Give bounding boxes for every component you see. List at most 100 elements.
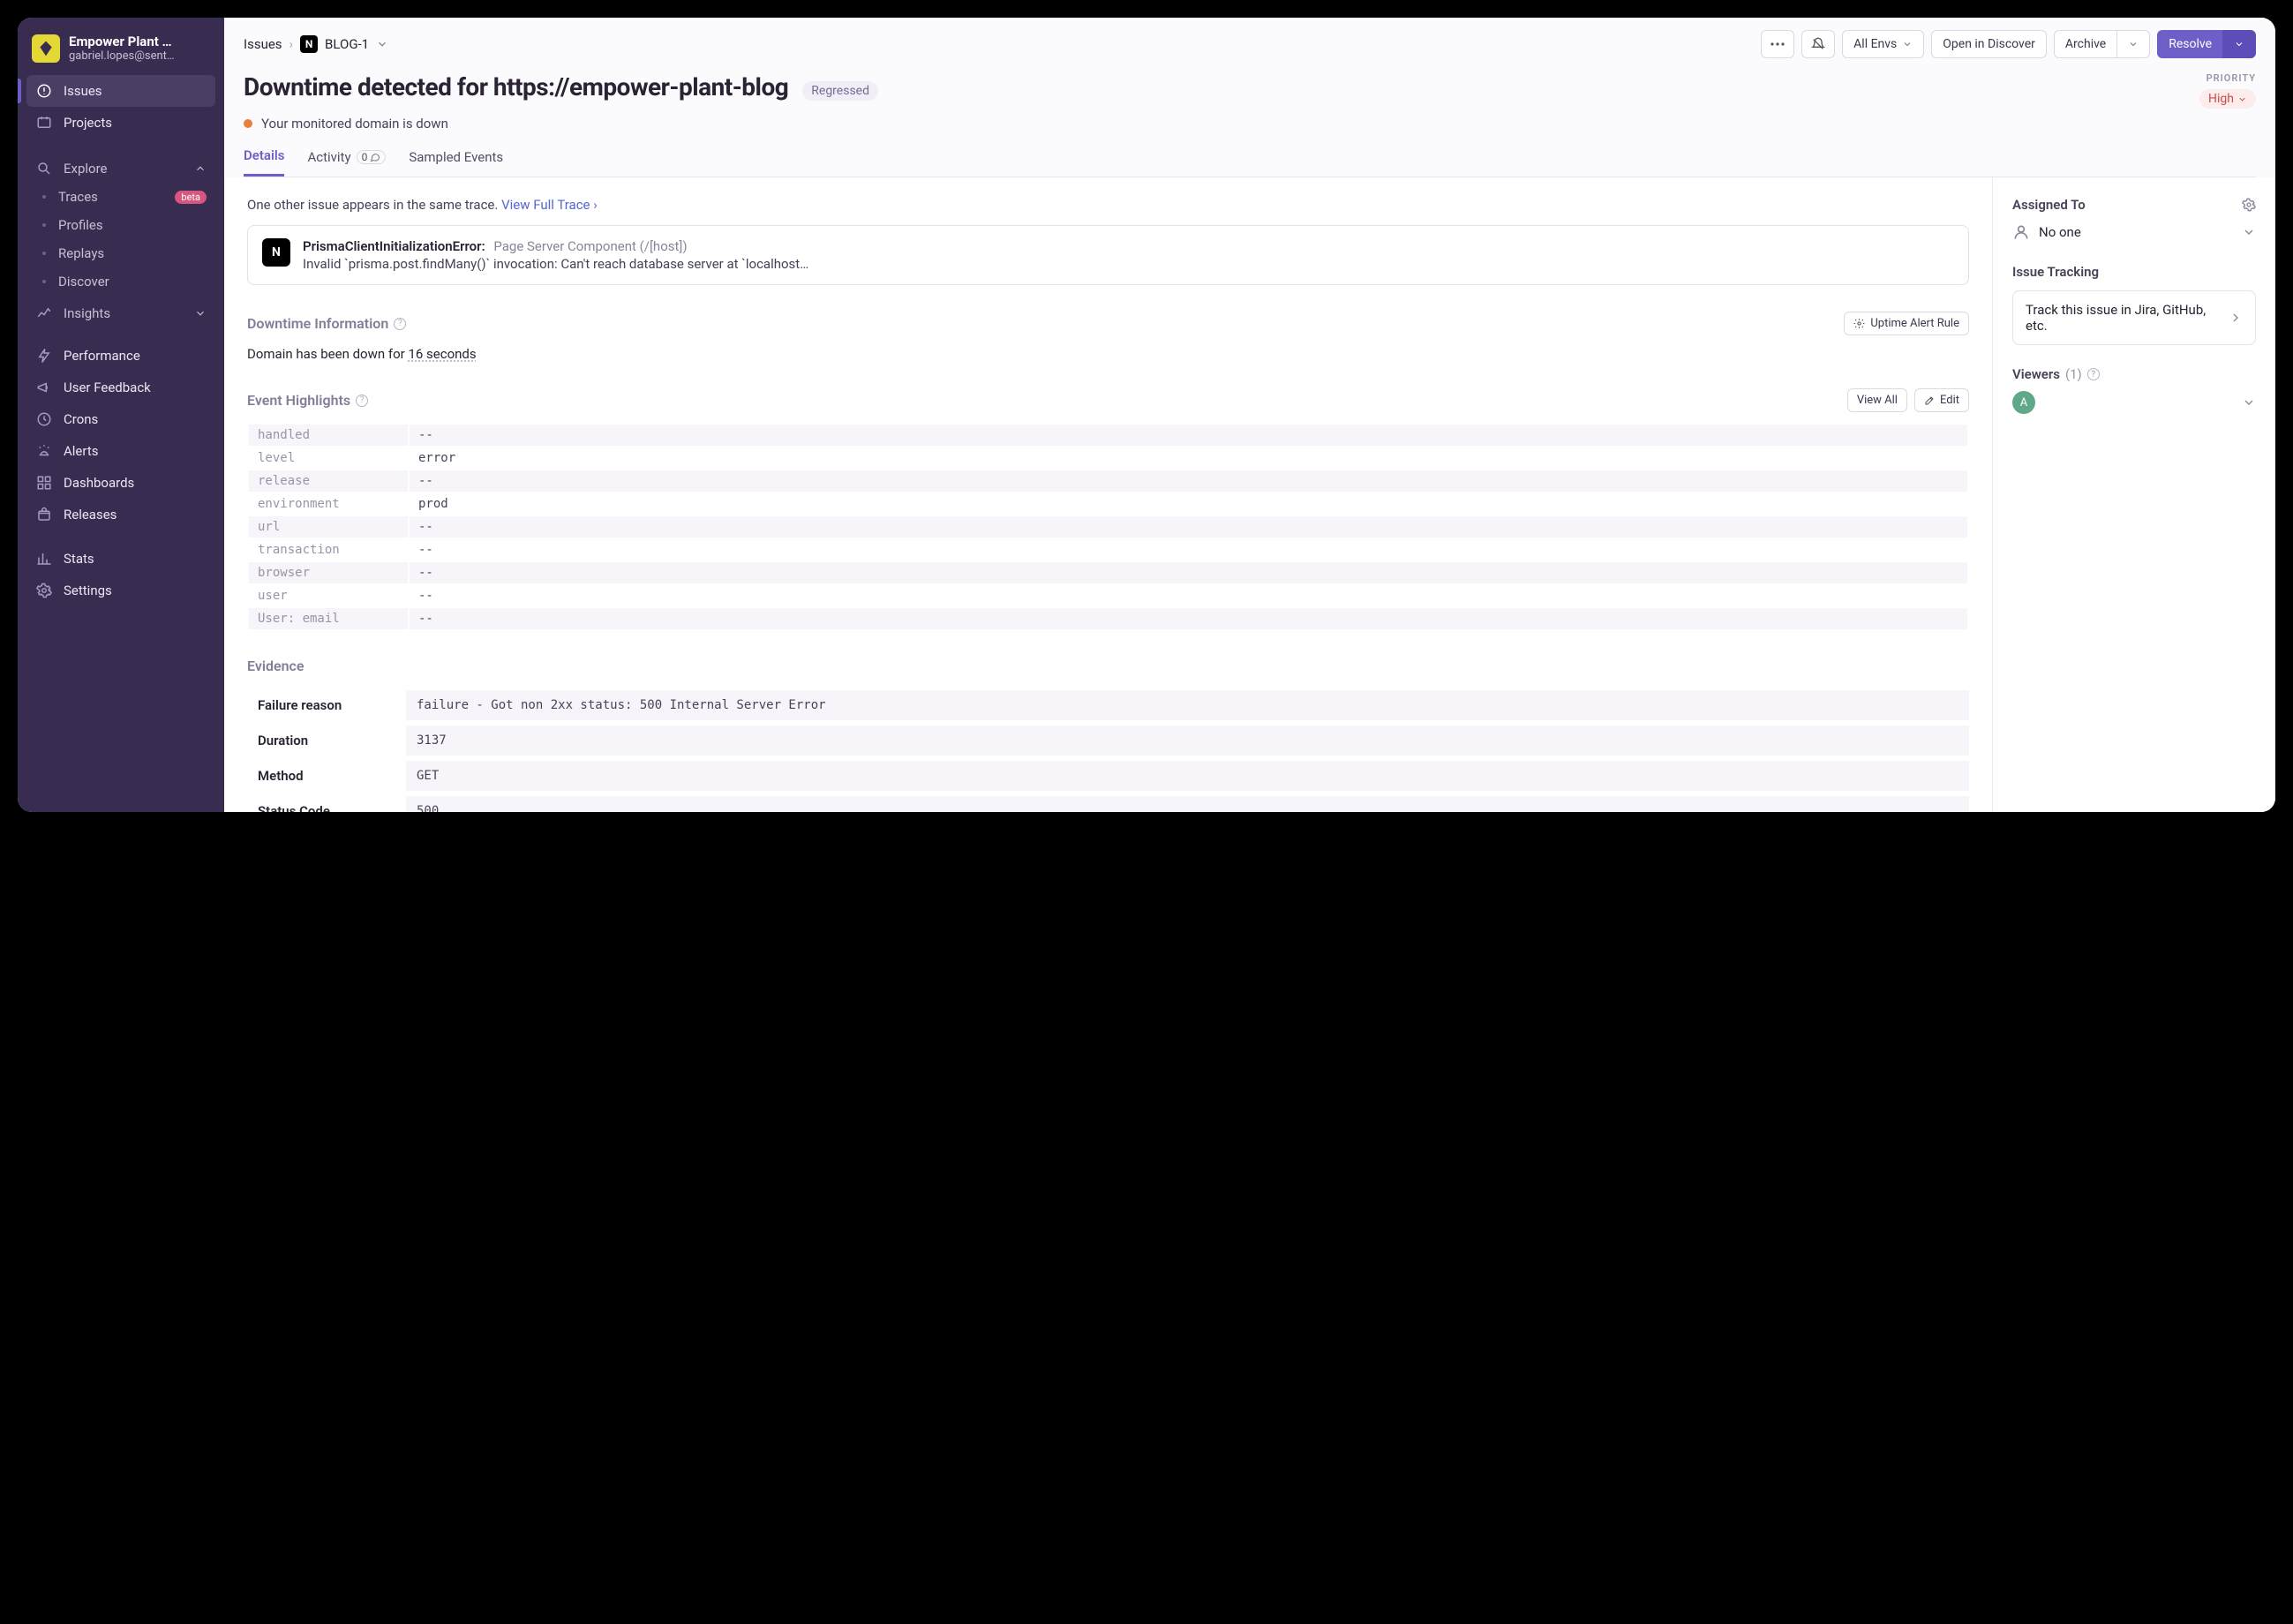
viewers-list[interactable]: A bbox=[2012, 391, 2256, 414]
projects-icon bbox=[35, 114, 53, 132]
highlight-key: environment bbox=[249, 493, 408, 515]
org-switcher[interactable]: Empower Plant … gabriel.lopes@sent… bbox=[18, 25, 224, 75]
tab-sampled-events[interactable]: Sampled Events bbox=[409, 147, 503, 177]
sidebar-label: Dashboards bbox=[64, 475, 134, 491]
table-row: User: email-- bbox=[249, 608, 1967, 629]
issue-tracking-box[interactable]: Track this issue in Jira, GitHub, etc. bbox=[2012, 290, 2256, 345]
highlight-key: browser bbox=[249, 562, 408, 583]
sidebar-section-explore[interactable]: Explore bbox=[18, 151, 224, 183]
table-row: Failure reasonfailure - Got non 2xx stat… bbox=[247, 690, 1969, 720]
view-full-trace-link[interactable]: View Full Trace › bbox=[501, 197, 598, 213]
sidebar: Empower Plant … gabriel.lopes@sent… Issu… bbox=[18, 18, 224, 812]
table-row: MethodGET bbox=[247, 761, 1969, 791]
sidebar-item-issues[interactable]: Issues bbox=[26, 75, 215, 107]
related-error-desc: Invalid `prisma.post.findMany()` invocat… bbox=[303, 256, 808, 272]
info-icon[interactable]: ? bbox=[394, 318, 406, 330]
archive-button[interactable]: Archive bbox=[2054, 30, 2116, 58]
sidebar-item-performance[interactable]: Performance bbox=[26, 340, 215, 372]
assigned-heading: Assigned To bbox=[2012, 197, 2086, 213]
archive-dropdown-button[interactable] bbox=[2116, 30, 2150, 58]
chevron-down-icon[interactable] bbox=[376, 38, 388, 50]
downtime-duration: 16 seconds bbox=[408, 346, 476, 362]
sidebar-item-settings[interactable]: Settings bbox=[26, 575, 215, 606]
sidebar-item-discover[interactable]: Discover bbox=[18, 267, 224, 296]
evidence-key: Failure reason bbox=[247, 690, 406, 720]
highlight-value: error bbox=[410, 447, 1967, 469]
sidebar-label: Profiles bbox=[58, 217, 103, 233]
sidebar-label: Replays bbox=[58, 245, 104, 261]
sidebar-item-stats[interactable]: Stats bbox=[26, 543, 215, 575]
package-icon bbox=[35, 506, 53, 523]
related-issue-card[interactable]: N PrismaClientInitializationError: Page … bbox=[247, 225, 1969, 285]
evidence-key: Method bbox=[247, 761, 406, 791]
highlight-key: transaction bbox=[249, 539, 408, 560]
sidebar-item-projects[interactable]: Projects bbox=[26, 107, 215, 139]
stats-icon bbox=[35, 550, 53, 568]
section-downtime-heading: Downtime Information bbox=[247, 315, 388, 332]
uptime-alert-rule-button[interactable]: Uptime Alert Rule bbox=[1844, 312, 1969, 335]
priority-selector[interactable]: High bbox=[2199, 89, 2256, 109]
sidebar-label: Alerts bbox=[64, 443, 99, 459]
sidebar-section-insights[interactable]: Insights bbox=[18, 296, 224, 327]
highlight-value: -- bbox=[410, 425, 1967, 446]
tab-activity[interactable]: Activity 0 bbox=[307, 147, 386, 177]
sidebar-item-profiles[interactable]: Profiles bbox=[18, 211, 224, 239]
mute-button[interactable] bbox=[1801, 30, 1835, 58]
sidebar-item-replays[interactable]: Replays bbox=[18, 239, 224, 267]
sidebar-item-feedback[interactable]: User Feedback bbox=[26, 372, 215, 403]
assignee-value: No one bbox=[2039, 224, 2081, 240]
search-icon bbox=[35, 160, 53, 177]
bolt-icon bbox=[35, 347, 53, 365]
viewers-count: (1) bbox=[2065, 366, 2082, 382]
sidebar-item-traces[interactable]: Traces beta bbox=[18, 183, 224, 211]
chevron-down-icon bbox=[2242, 225, 2256, 239]
sidebar-item-crons[interactable]: Crons bbox=[26, 403, 215, 435]
chevron-down-icon bbox=[194, 307, 207, 320]
info-icon[interactable]: ? bbox=[2087, 368, 2100, 380]
highlight-value: -- bbox=[410, 470, 1967, 492]
highlights-table: handled--levelerrorrelease--environmentp… bbox=[247, 423, 1969, 631]
evidence-value: 500 bbox=[406, 796, 1969, 812]
table-row: Duration3137 bbox=[247, 726, 1969, 756]
table-row: url-- bbox=[249, 516, 1967, 538]
sidebar-label: Traces bbox=[58, 189, 98, 205]
chevron-right-icon: › bbox=[289, 36, 294, 52]
resolve-dropdown-button[interactable] bbox=[2222, 30, 2256, 58]
assignee-selector[interactable]: No one bbox=[2012, 223, 2256, 241]
breadcrumb-root[interactable]: Issues bbox=[244, 36, 282, 52]
megaphone-icon bbox=[35, 379, 53, 396]
issue-title: Downtime detected for https://empower-pl… bbox=[244, 72, 788, 102]
sidebar-item-dashboards[interactable]: Dashboards bbox=[26, 467, 215, 499]
trace-note: One other issue appears in the same trac… bbox=[247, 197, 1969, 213]
downtime-text: Domain has been down for 16 seconds bbox=[247, 346, 1969, 362]
view-all-button[interactable]: View All bbox=[1847, 388, 1907, 412]
resolve-button[interactable]: Resolve bbox=[2157, 30, 2222, 58]
env-selector[interactable]: All Envs bbox=[1842, 30, 1924, 58]
org-name: Empower Plant … bbox=[69, 34, 175, 49]
insights-icon bbox=[35, 304, 53, 322]
siren-icon bbox=[35, 442, 53, 460]
dashboard-icon bbox=[35, 474, 53, 492]
gear-icon[interactable] bbox=[2242, 198, 2256, 212]
tracking-heading: Issue Tracking bbox=[2012, 264, 2099, 280]
open-discover-button[interactable]: Open in Discover bbox=[1931, 30, 2047, 58]
dot-icon bbox=[42, 223, 46, 227]
clock-icon bbox=[35, 410, 53, 428]
gear-icon bbox=[35, 582, 53, 599]
more-actions-button[interactable] bbox=[1761, 30, 1794, 58]
highlight-value: -- bbox=[410, 516, 1967, 538]
sidebar-item-releases[interactable]: Releases bbox=[26, 499, 215, 530]
edit-highlights-button[interactable]: Edit bbox=[1914, 388, 1969, 412]
issue-sidebar: Assigned To No one Issue bbox=[1993, 177, 2275, 812]
beta-badge: beta bbox=[175, 191, 207, 204]
sidebar-label: Settings bbox=[64, 583, 112, 598]
tab-details[interactable]: Details bbox=[244, 147, 284, 177]
sidebar-label: Insights bbox=[64, 305, 110, 321]
info-icon[interactable]: ? bbox=[356, 395, 368, 407]
related-error-context: Page Server Component (/[host]) bbox=[493, 238, 687, 254]
breadcrumb: Issues › N BLOG-1 bbox=[244, 35, 1754, 53]
sidebar-label: Releases bbox=[64, 507, 117, 523]
sidebar-item-alerts[interactable]: Alerts bbox=[26, 435, 215, 467]
sidebar-label: Projects bbox=[64, 115, 112, 131]
highlight-value: -- bbox=[410, 608, 1967, 629]
